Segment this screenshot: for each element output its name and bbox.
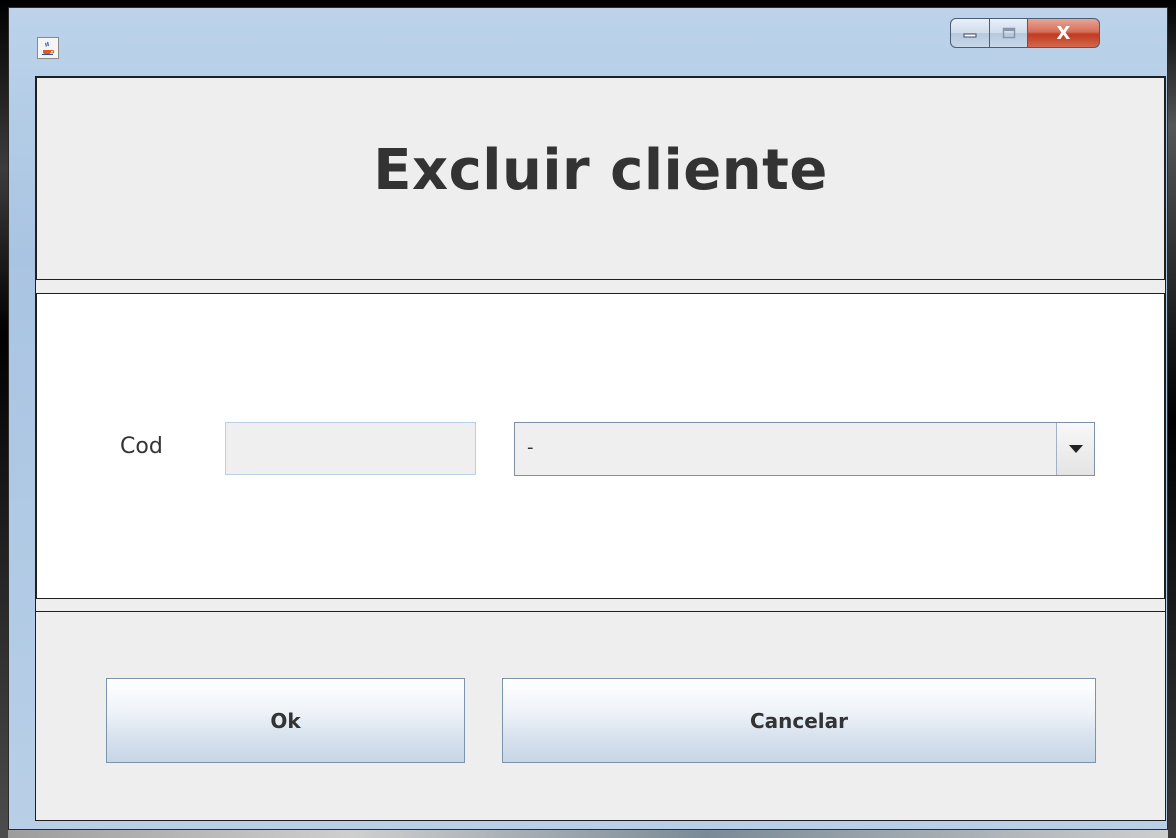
window-controls: X xyxy=(950,18,1100,50)
header-panel: Excluir cliente xyxy=(36,77,1165,280)
page-title: Excluir cliente xyxy=(373,138,828,203)
client-select-arrow-button[interactable] xyxy=(1056,423,1094,475)
close-button[interactable]: X xyxy=(1028,18,1100,48)
client-select-value: - xyxy=(527,437,534,458)
desktop-background-right xyxy=(1168,0,1176,838)
cod-input[interactable] xyxy=(225,422,476,475)
close-icon: X xyxy=(1056,22,1071,44)
client-select[interactable]: - xyxy=(514,422,1095,476)
dialog-window: X Excluir cliente Cod - Ok Cancelar xyxy=(8,7,1168,830)
desktop-background-left xyxy=(0,0,8,838)
ok-button[interactable]: Ok xyxy=(106,678,465,763)
title-bar[interactable]: X xyxy=(9,8,1167,76)
dialog-content: Excluir cliente Cod - Ok Cancelar xyxy=(35,76,1166,821)
cancel-button[interactable]: Cancelar xyxy=(502,678,1096,763)
minimize-button[interactable] xyxy=(950,18,990,48)
maximize-button[interactable] xyxy=(990,18,1028,48)
maximize-icon xyxy=(1002,27,1015,39)
java-cup-icon[interactable] xyxy=(37,37,59,59)
cod-label: Cod xyxy=(120,434,163,459)
chevron-down-icon xyxy=(1068,444,1083,453)
minimize-icon xyxy=(963,33,977,38)
